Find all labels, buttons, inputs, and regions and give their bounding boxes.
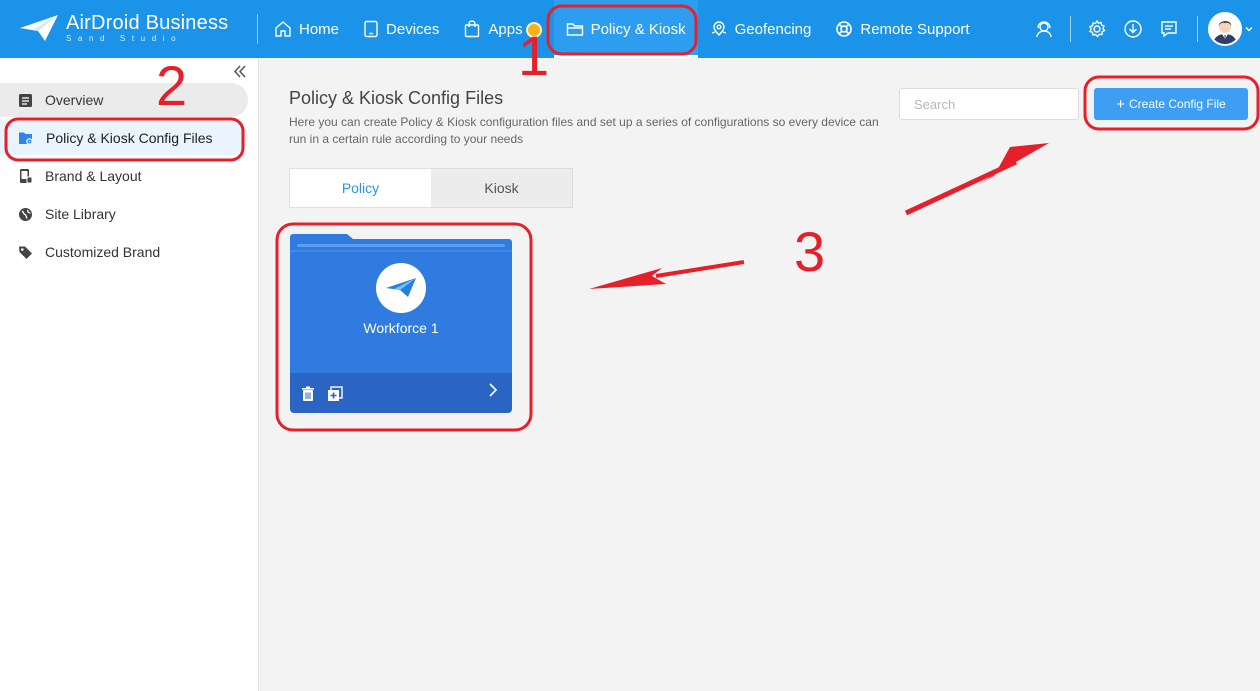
- config-file-name: Workforce 1: [363, 320, 439, 336]
- nav-devices-label: Devices: [386, 20, 440, 38]
- avatar: [1208, 12, 1242, 46]
- nav-remote-support-label: Remote Support: [860, 20, 970, 38]
- sidebar-item-site-library[interactable]: Site Library: [0, 197, 248, 231]
- config-file-card[interactable]: Workforce 1: [289, 233, 513, 413]
- search-input[interactable]: [899, 88, 1079, 120]
- user-menu[interactable]: [1208, 12, 1254, 46]
- topbar-actions: [1026, 0, 1260, 58]
- download-icon: [1124, 20, 1142, 38]
- sidebar-item-label: Site Library: [45, 206, 116, 222]
- trash-icon[interactable]: [299, 385, 317, 403]
- nav-geofencing[interactable]: Geofencing: [698, 0, 824, 58]
- download-button[interactable]: [1115, 0, 1151, 58]
- sidebar-item-label: Brand & Layout: [45, 168, 142, 184]
- document-icon: [19, 93, 32, 107]
- sidebar-item-brand-layout[interactable]: Brand & Layout: [0, 159, 248, 193]
- brand-subtitle: Sand Studio: [66, 34, 183, 43]
- airdroid-logo-icon: [376, 263, 426, 313]
- bag-icon: [465, 20, 480, 38]
- settings-button[interactable]: [1079, 0, 1115, 58]
- sidebar-item-customized-brand[interactable]: Customized Brand: [0, 235, 248, 269]
- nav-devices[interactable]: Devices: [351, 0, 451, 58]
- tab-kiosk[interactable]: Kiosk: [431, 169, 572, 207]
- main-nav: Home Devices Apps Policy & Kiosk Geofenc…: [262, 0, 982, 58]
- divider: [1070, 16, 1071, 42]
- divider: [257, 14, 258, 44]
- device-icon: [364, 20, 378, 38]
- brand-name: AirDroid Business: [66, 12, 229, 34]
- phone-layout-icon: [20, 169, 33, 184]
- sidebar-item-overview[interactable]: Overview: [0, 83, 248, 117]
- gear-icon: [1089, 19, 1106, 38]
- top-navigation-bar: AirDroid Business Sand Studio Home Devic…: [0, 0, 1260, 58]
- map-pin-icon: [711, 21, 726, 36]
- sidebar-item-label: Overview: [45, 92, 104, 108]
- nav-home-label: Home: [299, 20, 340, 38]
- nav-policy-kiosk[interactable]: Policy & Kiosk: [553, 0, 698, 58]
- globe-icon: [19, 207, 32, 221]
- nav-remote-support[interactable]: Remote Support: [823, 0, 981, 58]
- brand-logo[interactable]: AirDroid Business Sand Studio: [18, 10, 228, 46]
- config-type-tabs: Policy Kiosk: [289, 168, 573, 208]
- sidebar-item-label: Policy & Kiosk Config Files: [46, 130, 213, 146]
- messages-button[interactable]: [1151, 0, 1187, 58]
- card-footer: [290, 373, 512, 413]
- tab-policy[interactable]: Policy: [290, 169, 431, 207]
- nav-home[interactable]: Home: [262, 0, 351, 58]
- paper-plane-logo-icon: [20, 15, 58, 41]
- page-title: Policy & Kiosk Config Files: [289, 88, 504, 108]
- chevron-down-icon: [1245, 27, 1253, 32]
- home-icon: [275, 21, 291, 37]
- nav-geofencing-label: Geofencing: [734, 20, 812, 38]
- nav-apps-label: Apps: [488, 20, 523, 38]
- create-config-file-label: Create Config File: [1129, 97, 1226, 111]
- divider: [1197, 16, 1198, 42]
- sidebar-item-label: Customized Brand: [45, 244, 161, 260]
- collapse-sidebar-icon[interactable]: [230, 62, 250, 82]
- annotation-step-3: 3: [794, 220, 826, 283]
- folder-icon: [566, 23, 583, 36]
- create-config-file-button[interactable]: + Create Config File: [1094, 88, 1248, 120]
- folder-config-icon: [19, 132, 33, 145]
- nav-apps[interactable]: Apps: [451, 0, 553, 58]
- sidebar-item-policy-kiosk-config-files[interactable]: Policy & Kiosk Config Files: [0, 121, 248, 155]
- page-description: Here you can create Policy & Kiosk confi…: [289, 115, 879, 146]
- support-headset-button[interactable]: [1026, 0, 1062, 58]
- headset-icon: [1036, 21, 1052, 38]
- chevron-right-icon[interactable]: [485, 381, 501, 399]
- lifebuoy-icon: [836, 21, 853, 37]
- duplicate-icon[interactable]: [326, 385, 344, 403]
- nav-policy-kiosk-label: Policy & Kiosk: [590, 20, 686, 38]
- message-icon: [1161, 21, 1177, 38]
- tag-icon: [19, 246, 32, 259]
- plus-icon: +: [1116, 95, 1126, 113]
- sidebar: Overview Policy & Kiosk Config Files Bra…: [0, 58, 259, 691]
- notification-badge: [525, 22, 542, 38]
